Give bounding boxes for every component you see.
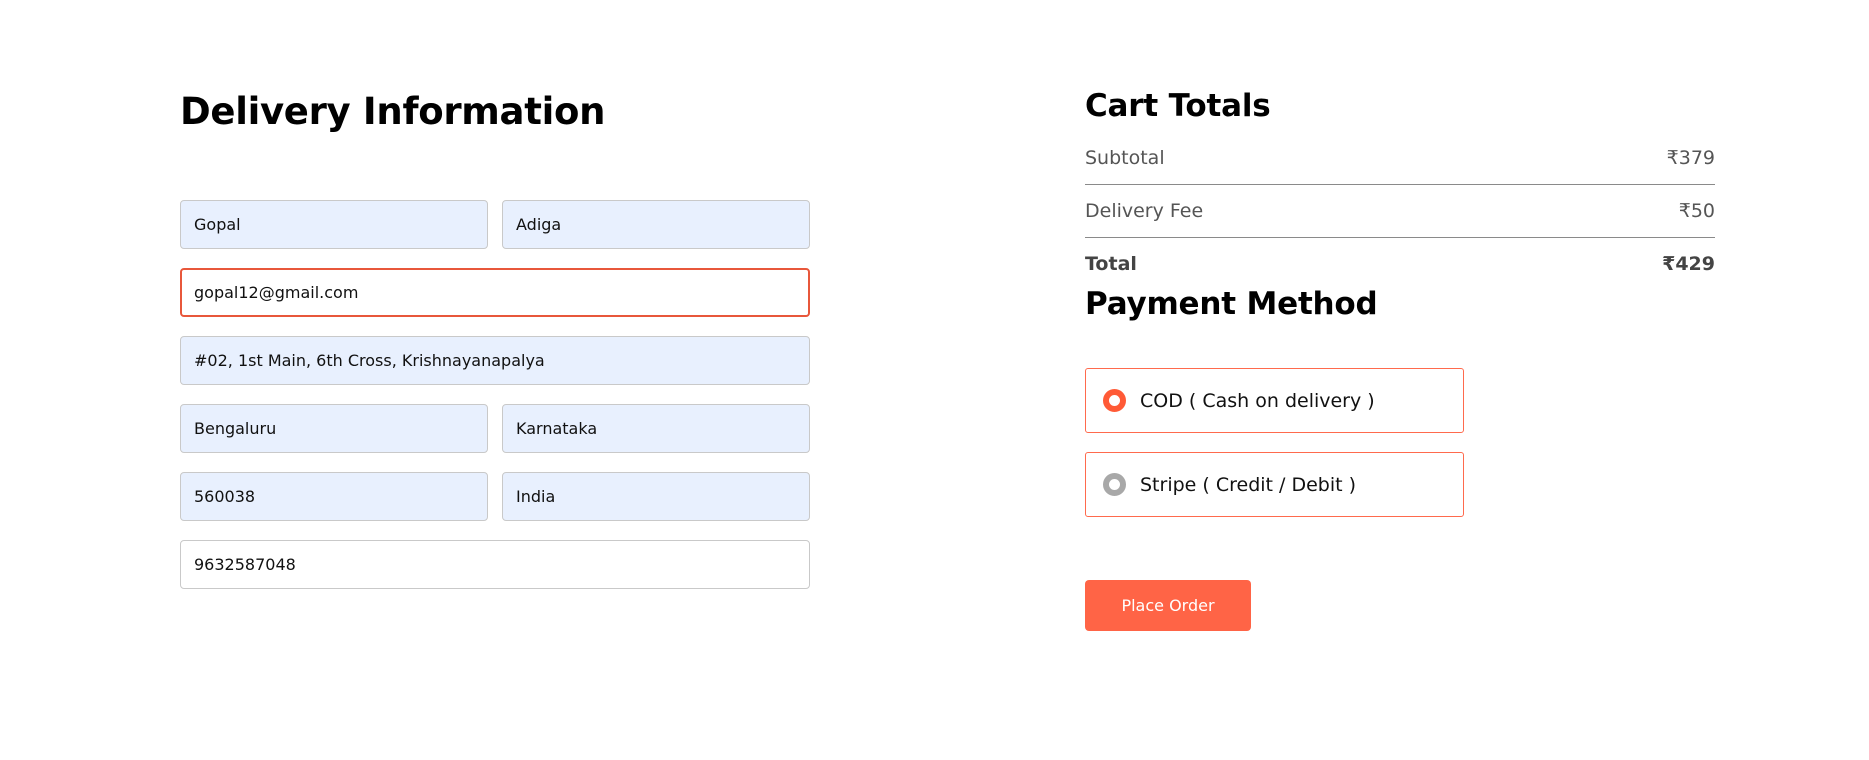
delivery-fee-row: Delivery Fee ₹50	[1085, 191, 1715, 231]
cart-totals-title: Cart Totals	[1085, 88, 1271, 124]
payment-option-label: COD ( Cash on delivery )	[1140, 389, 1375, 412]
radio-selected-icon[interactable]	[1103, 389, 1126, 412]
total-value: ₹429	[1662, 253, 1715, 275]
subtotal-label: Subtotal	[1085, 147, 1165, 169]
street-input[interactable]	[180, 336, 810, 385]
payment-option-stripe[interactable]: Stripe ( Credit / Debit )	[1085, 452, 1464, 517]
name-row	[180, 200, 810, 249]
city-state-row	[180, 404, 810, 453]
phone-row	[180, 540, 810, 589]
last-name-input[interactable]	[502, 200, 810, 249]
checkout-page: Delivery Information Gopal Adiga gopal12…	[0, 0, 1869, 760]
delivery-fee-label: Delivery Fee	[1085, 200, 1204, 222]
payment-options: COD ( Cash on delivery ) Stripe ( Credit…	[1085, 368, 1715, 517]
payment-option-cod[interactable]: COD ( Cash on delivery )	[1085, 368, 1464, 433]
state-input[interactable]	[502, 404, 810, 453]
country-input[interactable]	[502, 472, 810, 521]
street-row	[180, 336, 810, 385]
radio-unselected-icon[interactable]	[1103, 473, 1126, 496]
city-input[interactable]	[180, 404, 488, 453]
total-label: Total	[1085, 253, 1137, 275]
delivery-information-section: Delivery Information	[180, 88, 810, 608]
divider	[1085, 237, 1715, 238]
phone-input[interactable]	[180, 540, 810, 589]
payment-method-title: Payment Method	[1085, 286, 1378, 322]
payment-option-label: Stripe ( Credit / Debit )	[1140, 473, 1357, 496]
email-input[interactable]	[180, 268, 810, 317]
zip-country-row	[180, 472, 810, 521]
cart-totals-list: Subtotal ₹379 Delivery Fee ₹50 Total ₹42…	[1085, 138, 1715, 284]
first-name-input[interactable]	[180, 200, 488, 249]
zip-code-input[interactable]	[180, 472, 488, 521]
delivery-fee-value: ₹50	[1678, 200, 1715, 222]
place-order-button[interactable]: Place Order	[1085, 580, 1251, 631]
delivery-form	[180, 200, 810, 589]
total-row: Total ₹429	[1085, 244, 1715, 284]
delivery-title: Delivery Information	[180, 90, 606, 133]
cart-totals-section: Cart Totals Subtotal ₹379 Delivery Fee ₹…	[1085, 86, 1715, 631]
email-row	[180, 268, 810, 317]
subtotal-row: Subtotal ₹379	[1085, 138, 1715, 178]
divider	[1085, 184, 1715, 185]
subtotal-value: ₹379	[1666, 147, 1715, 169]
